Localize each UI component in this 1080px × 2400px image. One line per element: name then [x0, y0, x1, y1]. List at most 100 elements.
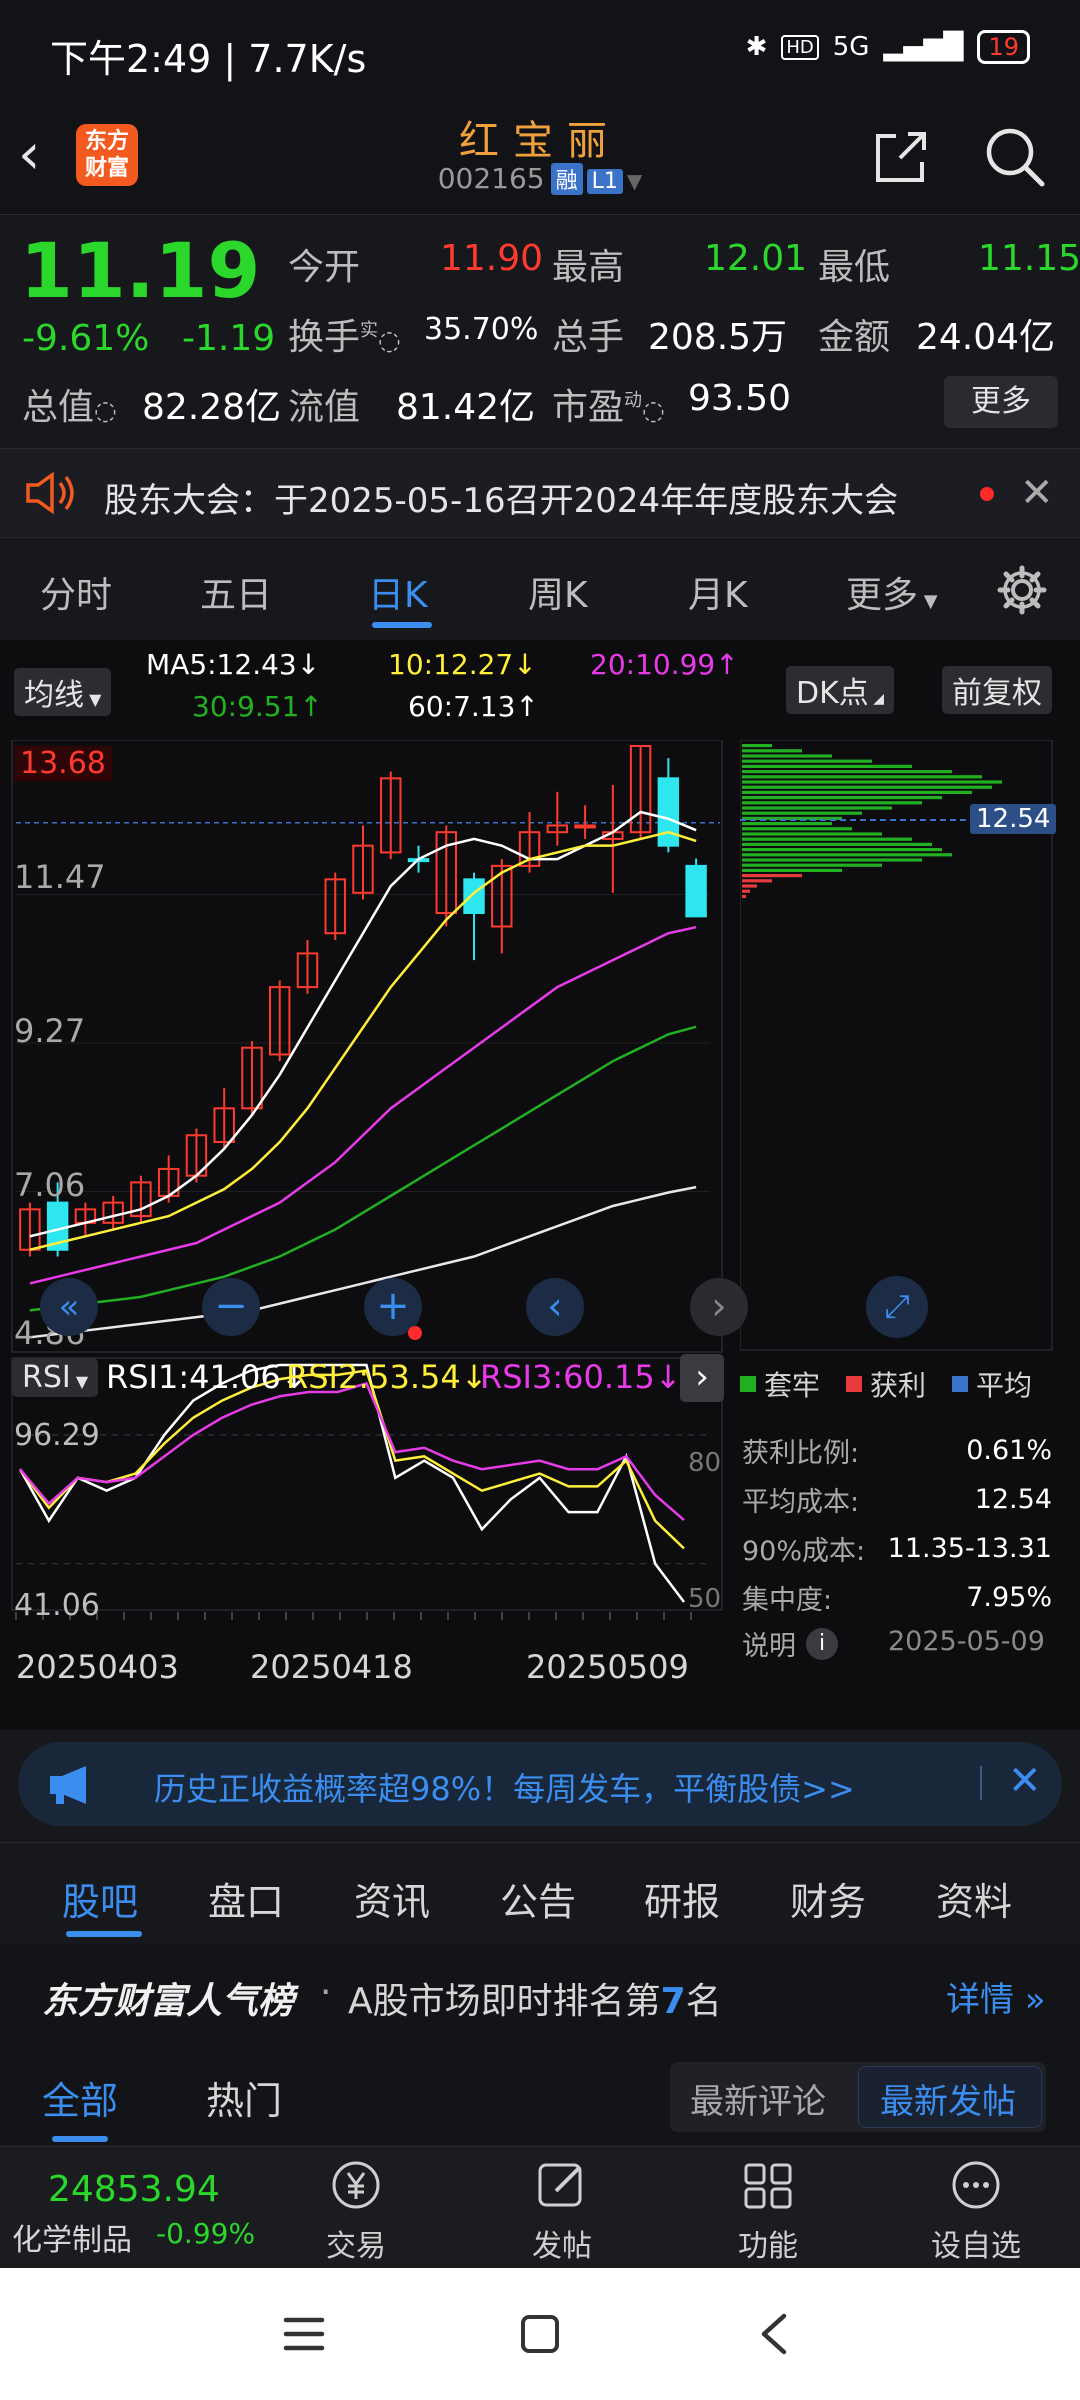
- chip-bar: [742, 822, 832, 826]
- tab-five-day[interactable]: 五日: [200, 566, 272, 618]
- level-tag: L1: [586, 169, 623, 194]
- mktcap-label: 总值◌: [22, 387, 117, 428]
- volume-value: 208.5万: [648, 317, 788, 358]
- rsi-select-button[interactable]: RSI ▼: [12, 1358, 99, 1397]
- chip-stats: 获利比例: 0.61% 平均成本: 12.54 90%成本: 11.35-13.31 …: [742, 1435, 1052, 1616]
- grid-icon: [744, 2163, 792, 2209]
- dk-point-button[interactable]: DK点 ◢: [786, 666, 894, 714]
- scroll-left-fast-icon[interactable]: «: [40, 1278, 98, 1336]
- rank-separator: ·: [320, 1972, 332, 2013]
- tab-news[interactable]: 资讯: [354, 1871, 430, 1926]
- tab-announcements[interactable]: 公告: [500, 1871, 576, 1926]
- price-adjust-button[interactable]: 前复权: [942, 666, 1052, 714]
- tab-pankou[interactable]: 盘口: [208, 1871, 284, 1926]
- post-button[interactable]: 发帖: [492, 2157, 632, 2265]
- quote-panel: 11.19 -9.61% -1.19 今开 11.90 最高 12.01 最低 …: [0, 216, 1080, 441]
- active-tab-underline: [372, 622, 432, 628]
- expand-icon[interactable]: ⤢: [866, 1276, 928, 1338]
- date-label: 20250509: [526, 1648, 689, 1686]
- tab-profile[interactable]: 资料: [936, 1871, 1012, 1926]
- chip-bar: [742, 853, 952, 857]
- amount-label: 金额: [818, 317, 891, 358]
- search-icon[interactable]: [982, 124, 1048, 190]
- tab-all[interactable]: 全部: [42, 2070, 118, 2125]
- chip-bar: [742, 879, 772, 883]
- tab-daily-k[interactable]: 日K: [368, 566, 428, 618]
- popularity-rank-row[interactable]: 东方财富人气榜 · A股市场即时排名第7名 详情 »: [0, 1944, 1080, 2044]
- tab-research[interactable]: 研报: [644, 1871, 720, 1926]
- rsi-lines: [15, 1363, 710, 1620]
- kline-chart-area[interactable]: 均线 ▼ MA5:12.43↓ 10:12.27↓ 20:10.99↑ 30:9…: [0, 640, 1080, 1730]
- chip-bar: [742, 780, 1002, 784]
- tab-hot[interactable]: 热门: [206, 2070, 282, 2125]
- rsi2-label: RSI2:53.54↓: [286, 1358, 488, 1396]
- sort-latest-post[interactable]: 最新发帖: [880, 2074, 1016, 2123]
- open-value: 11.90: [440, 238, 544, 279]
- amount-value: 24.04亿: [916, 317, 1056, 358]
- turnover-label: 换手实◌: [288, 317, 401, 358]
- chip-bar: [742, 806, 892, 810]
- low-value: 11.15: [978, 238, 1080, 279]
- kline-chart[interactable]: [10, 740, 725, 1740]
- index-value[interactable]: 24853.94: [48, 2169, 220, 2210]
- sector-change: -0.99%: [156, 2217, 256, 2250]
- tab-finance[interactable]: 财务: [790, 1871, 866, 1926]
- open-label: 今开: [288, 247, 361, 288]
- rank-detail-link[interactable]: 详情 »: [946, 1972, 1046, 2021]
- functions-button[interactable]: 功能: [698, 2157, 838, 2265]
- home-icon[interactable]: [518, 2312, 562, 2356]
- edit-icon: [538, 2163, 582, 2207]
- chip-bar: [742, 775, 982, 779]
- current-price: 11.19: [20, 226, 261, 315]
- chip-bar: [742, 842, 932, 846]
- promo-banner[interactable]: 历史正收益概率超98%！每周发车，平衡股债>> ✕: [18, 1742, 1062, 1826]
- sort-latest-comment[interactable]: 最新评论: [690, 2074, 826, 2123]
- turnover-value: 35.70%: [424, 312, 539, 347]
- chip-note[interactable]: 说明 i: [742, 1624, 838, 1663]
- kline-gridlines: [16, 822, 720, 1192]
- chip-bar: [742, 744, 772, 748]
- more-circle-icon: [952, 2161, 1000, 2209]
- ma5-label: MA5:12.43↓: [146, 648, 321, 681]
- more-quote-button[interactable]: 更多: [944, 376, 1058, 428]
- tab-guba[interactable]: 股吧: [62, 1871, 138, 1926]
- chip-bar: [742, 759, 872, 763]
- tab-intraday[interactable]: 分时: [40, 566, 112, 618]
- close-icon[interactable]: ✕: [1020, 470, 1054, 516]
- status-bar: 下午2:49 | 7.7K/s ✱ HD 5G ▂▄▆█ 19: [0, 0, 1080, 100]
- zoom-dot: [408, 1326, 422, 1340]
- period-tabs: 分时 五日 日K 周K 月K 更多 ▼: [0, 548, 1080, 636]
- menu-icon[interactable]: [282, 2314, 326, 2354]
- notice-bar[interactable]: 股东大会：于2025-05-16召开2024年年度股东大会: [0, 448, 1080, 538]
- network-label: 5G: [832, 32, 870, 62]
- zoom-out-icon[interactable]: −: [202, 1278, 260, 1336]
- banner-text: 历史正收益概率超98%！每周发车，平衡股债>>: [154, 1770, 855, 1808]
- chip-bar: [742, 827, 852, 831]
- ma-select-button[interactable]: 均线 ▼: [14, 668, 112, 716]
- gear-icon[interactable]: [996, 564, 1048, 616]
- share-icon[interactable]: [870, 126, 932, 188]
- trade-button[interactable]: 交易: [286, 2157, 426, 2265]
- chip-bar: [742, 749, 802, 753]
- tab-monthly-k[interactable]: 月K: [688, 566, 748, 618]
- expand-indicator-icon[interactable]: ›: [680, 1354, 724, 1402]
- volume-label: 总手: [552, 317, 625, 358]
- ma-line-ma60: [29, 1185, 697, 1339]
- tab-weekly-k[interactable]: 周K: [528, 566, 588, 618]
- back-icon[interactable]: [756, 2312, 792, 2356]
- sector-name[interactable]: 化学制品: [12, 2215, 132, 2259]
- high-value: 12.01: [704, 238, 808, 279]
- chip-bar: [742, 785, 992, 789]
- yen-circle-icon: [332, 2161, 380, 2209]
- bluetooth-icon: ✱: [745, 32, 768, 62]
- tab-more[interactable]: 更多 ▼: [846, 566, 938, 618]
- step-left-icon[interactable]: ‹: [526, 1278, 584, 1336]
- y-label: 9.27: [14, 1012, 86, 1050]
- ma30-label: 30:9.51↑: [192, 690, 323, 723]
- mktcap-value: 82.28亿: [142, 387, 282, 428]
- speaker-icon: [26, 471, 74, 515]
- close-banner-icon[interactable]: ✕: [1008, 1758, 1042, 1804]
- chip-bar: [742, 811, 862, 815]
- add-watchlist-button[interactable]: 设自选: [906, 2157, 1046, 2265]
- candle-body: [574, 824, 596, 829]
